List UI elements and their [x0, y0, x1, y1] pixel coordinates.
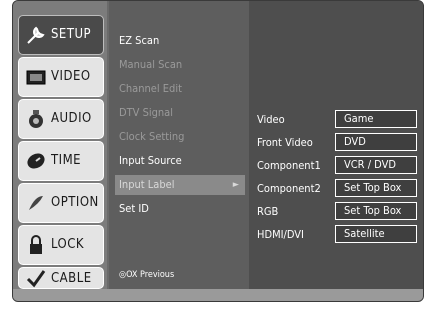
tv-osd-menu: SETUP VIDEO AUDIO TIME OPTION LOCK CABLE…: [12, 0, 424, 302]
menu-item-label: VIDEO: [51, 69, 91, 84]
source-label-component1: Component1: [257, 159, 321, 172]
menu-item-label: LOCK: [51, 237, 85, 252]
lock-icon: [25, 234, 47, 256]
wrench-icon: [25, 24, 47, 46]
submenu-item-ez-scan[interactable]: EZ Scan: [115, 31, 245, 51]
menu-item-setup[interactable]: SETUP: [18, 15, 104, 55]
video-icon: [25, 66, 47, 88]
submenu-item-label: Input Source: [119, 154, 182, 167]
submenu-item-label: Clock Setting: [119, 130, 185, 143]
menu-item-label: OPTION: [51, 195, 99, 210]
source-label-component2: Component2: [257, 182, 321, 195]
menu-item-cable[interactable]: CABLE: [18, 267, 104, 289]
submenu-item-label: Channel Edit: [119, 82, 182, 95]
source-label-rgb: RGB: [257, 205, 279, 218]
arrow-right-icon: ►: [232, 180, 239, 190]
menu-item-lock[interactable]: LOCK: [18, 225, 104, 265]
menu-item-label: CABLE: [51, 271, 92, 286]
submenu-item-dtv-signal: DTV Signal: [115, 103, 245, 123]
submenu-item-label: Manual Scan: [119, 58, 183, 71]
source-label-hdmi-dvi: HDMI/DVI: [257, 228, 304, 241]
submenu-item-clock-setting: Clock Setting: [115, 127, 245, 147]
submenu-item-channel-edit: Channel Edit: [115, 79, 245, 99]
submenu-item-label: Input Label: [119, 178, 175, 191]
menu-item-time[interactable]: TIME: [18, 141, 104, 181]
main-menu: SETUP VIDEO AUDIO TIME OPTION LOCK CABLE: [13, 1, 107, 301]
bottom-bar: [13, 289, 423, 301]
source-label-video: Video: [257, 113, 285, 126]
source-label-front-video: Front Video: [257, 136, 313, 149]
menu-item-label: AUDIO: [51, 111, 92, 126]
label-value-hdmi-dvi[interactable]: Satellite: [335, 225, 417, 243]
option-icon: [25, 192, 47, 214]
setup-submenu: EZ Scan Manual Scan Channel Edit DTV Sig…: [109, 1, 249, 301]
submenu-item-input-source[interactable]: Input Source: [115, 151, 245, 171]
previous-hint-label: ◎OX Previous: [119, 270, 175, 280]
previous-hint: ◎OX Previous: [115, 265, 245, 285]
label-value-component2[interactable]: Set Top Box: [335, 179, 417, 197]
label-value-front-video[interactable]: DVD: [335, 133, 417, 151]
submenu-item-label: DTV Signal: [119, 106, 173, 119]
menu-item-option[interactable]: OPTION: [18, 183, 104, 223]
label-value-rgb[interactable]: Set Top Box: [335, 202, 417, 220]
input-label-pane: Video Game Front Video DVD Component1 VC…: [249, 1, 423, 301]
submenu-item-manual-scan: Manual Scan: [115, 55, 245, 75]
submenu-item-input-label[interactable]: Input Label ►: [115, 175, 245, 195]
menu-item-video[interactable]: VIDEO: [18, 57, 104, 97]
menu-item-audio[interactable]: AUDIO: [18, 99, 104, 139]
label-value-video[interactable]: Game: [335, 110, 417, 128]
submenu-item-label: Set ID: [119, 202, 149, 215]
speaker-icon: [25, 108, 47, 130]
menu-item-label: TIME: [51, 153, 82, 168]
checkmark-icon: [25, 268, 47, 290]
submenu-item-label: EZ Scan: [119, 34, 160, 47]
submenu-item-set-id[interactable]: Set ID: [115, 199, 245, 219]
clock-icon: [25, 150, 47, 172]
menu-item-label: SETUP: [51, 27, 92, 42]
label-value-component1[interactable]: VCR / DVD: [335, 156, 417, 174]
